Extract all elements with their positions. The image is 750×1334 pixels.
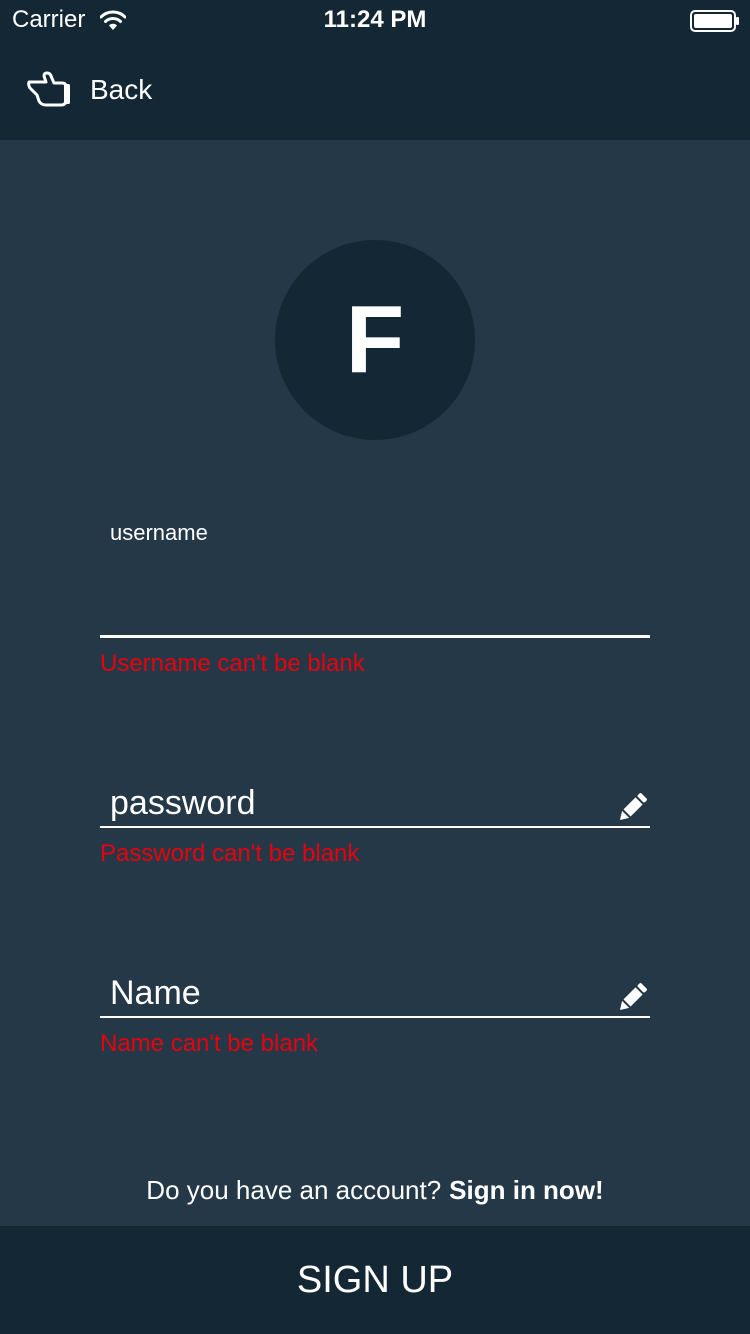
sign-up-button[interactable]: SIGN UP	[0, 1226, 750, 1334]
navigation-bar: Back	[0, 40, 750, 140]
name-input[interactable]	[100, 968, 650, 1018]
username-input[interactable]	[100, 588, 650, 638]
pointing-hand-icon	[27, 71, 70, 107]
password-input[interactable]	[100, 778, 650, 828]
back-label: Back	[90, 74, 153, 105]
password-error: Password can't be blank	[100, 840, 360, 867]
status-time: 11:24 PM	[323, 6, 427, 33]
username-underline	[100, 635, 650, 638]
name-error: Name can't be blank	[100, 1030, 319, 1057]
name-field[interactable]	[100, 960, 650, 1018]
signin-prompt-row: Do you have an account? Sign in now!	[0, 1172, 750, 1208]
pencil-icon[interactable]	[614, 980, 650, 1016]
signin-prompt-text: Do you have an account?	[146, 1175, 442, 1205]
username-error: Username can't be blank	[100, 650, 365, 677]
status-bar: Carrier 11:24 PM	[0, 0, 750, 40]
password-underline	[100, 826, 650, 828]
battery-icon	[690, 10, 739, 32]
password-field[interactable]	[100, 770, 650, 828]
username-field[interactable]: username	[100, 520, 650, 638]
name-underline	[100, 1016, 650, 1018]
back-button[interactable]: Back	[26, 68, 152, 112]
signin-link[interactable]: Sign in now!	[449, 1175, 604, 1205]
pencil-icon[interactable]	[614, 790, 650, 826]
avatar-initial: F	[345, 286, 405, 393]
avatar: F	[275, 240, 475, 440]
username-floating-label: username	[110, 520, 208, 545]
